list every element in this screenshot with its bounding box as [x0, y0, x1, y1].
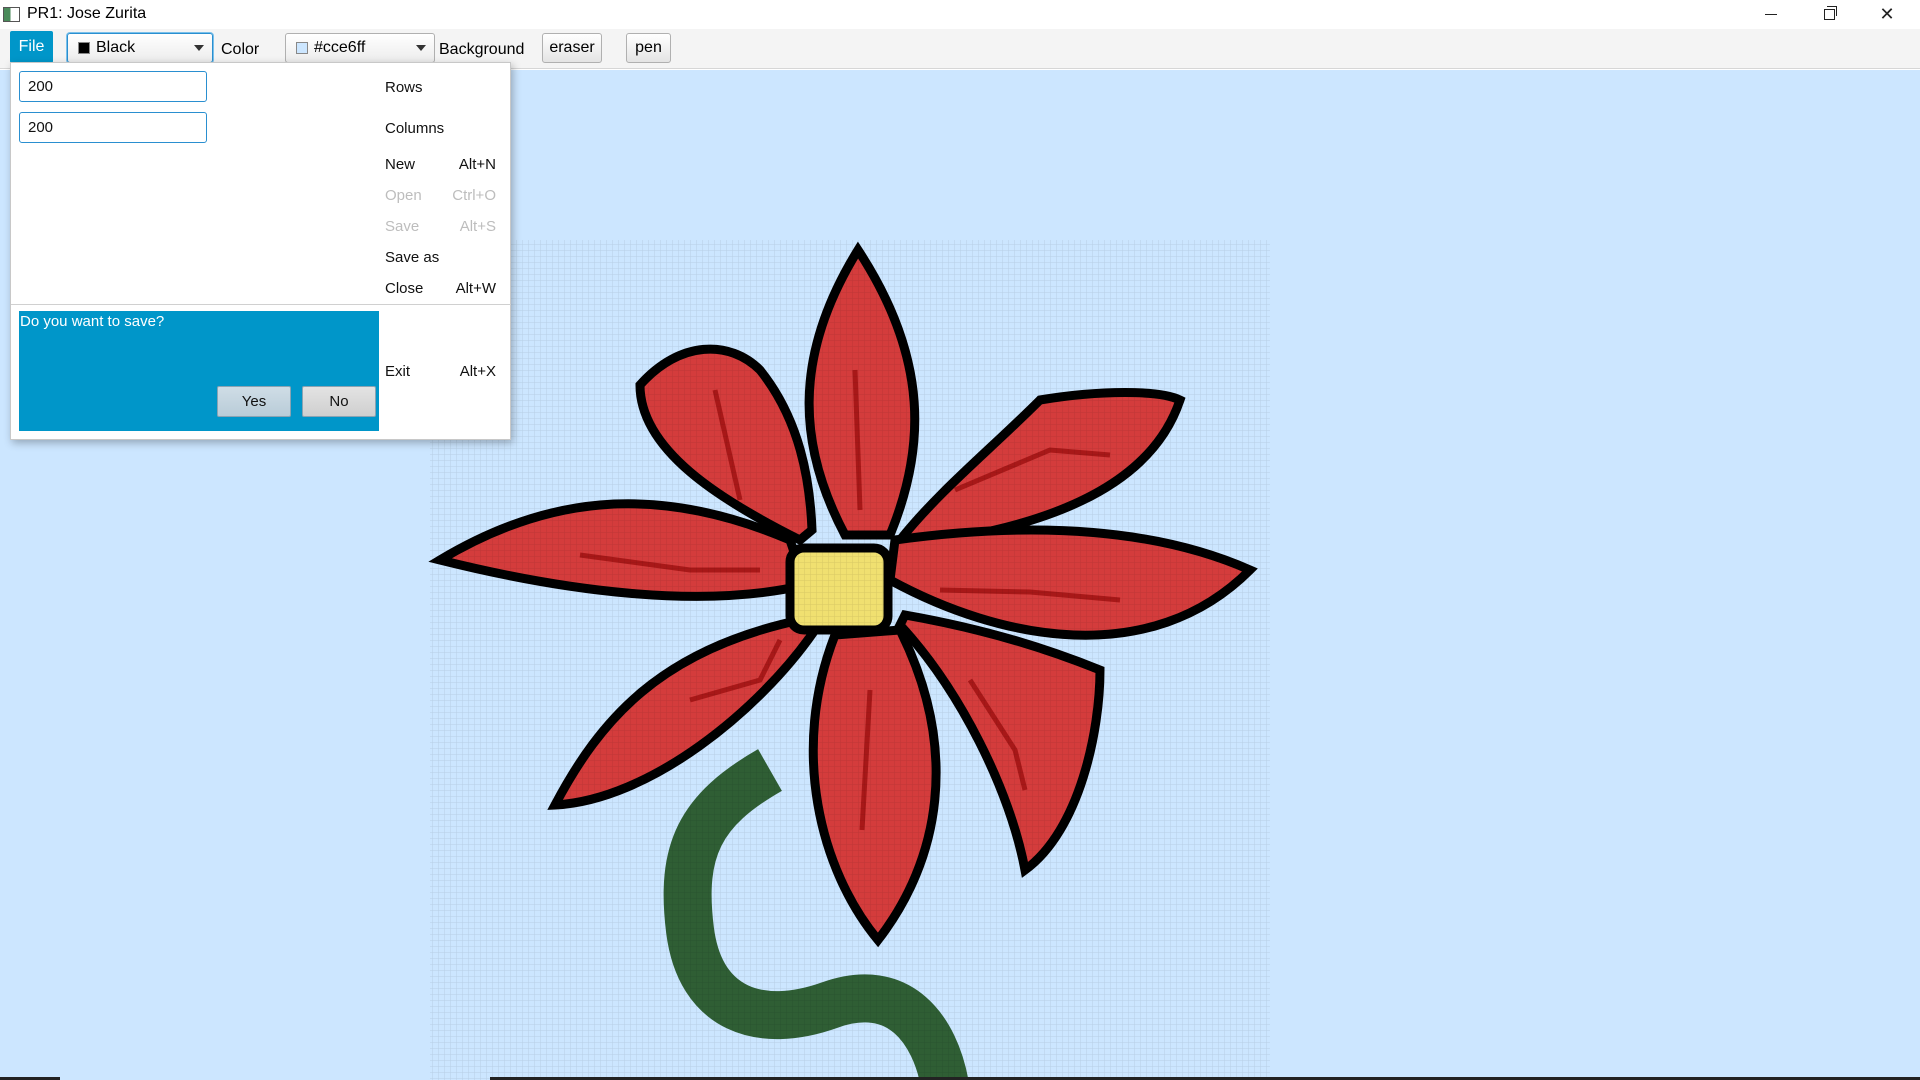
menu-item-accelerator: Alt+X	[459, 363, 496, 380]
file-menu-button[interactable]: File	[10, 31, 53, 63]
menu-item-accelerator: Alt+W	[455, 280, 496, 297]
menu-item-label: Save as	[385, 249, 440, 266]
save-prompt-dialog: Do you want to save? Yes No	[19, 311, 379, 431]
rows-input[interactable]	[19, 71, 207, 102]
pen-button[interactable]: pen	[626, 33, 671, 63]
flower-drawing	[428, 240, 1270, 1080]
window-title: PR1: Jose Zurita	[27, 5, 147, 22]
minimize-icon	[1765, 14, 1777, 15]
menu-item-label: Open	[385, 187, 422, 204]
app-icon	[3, 7, 20, 22]
rows-label: Rows	[385, 79, 423, 96]
columns-label: Columns	[385, 120, 445, 137]
eraser-button[interactable]: eraser	[542, 33, 602, 63]
close-window-button[interactable]: ✕	[1858, 0, 1916, 29]
minimize-button[interactable]	[1742, 0, 1800, 29]
menu-item-accelerator: Alt+N	[458, 156, 496, 173]
restore-icon	[1823, 6, 1837, 20]
columns-input[interactable]	[19, 112, 207, 143]
save-prompt-question: Do you want to save?	[20, 313, 165, 330]
foreground-color-value: Black	[96, 39, 136, 56]
pixel-grid	[430, 240, 1270, 1080]
background-label: Background	[439, 41, 525, 58]
foreground-swatch-icon	[78, 42, 90, 54]
menu-item-label: Save	[385, 218, 420, 235]
file-menu-popup: Rows Columns New Alt+N Open Ctrl+O Save …	[10, 62, 511, 440]
menu-separator	[11, 304, 511, 305]
chevron-down-icon	[194, 45, 204, 51]
foreground-color-combo[interactable]: Black	[67, 33, 213, 63]
restore-button[interactable]	[1800, 0, 1858, 29]
close-icon: ✕	[1879, 4, 1895, 24]
menu-item-accelerator: Alt+S	[459, 218, 496, 235]
chevron-down-icon	[416, 45, 426, 51]
background-swatch-icon	[296, 42, 308, 54]
no-button[interactable]: No	[302, 386, 376, 417]
title-bar: PR1: Jose Zurita ✕	[0, 0, 1920, 29]
menu-item-label: Exit	[385, 363, 411, 380]
menu-item-accelerator: Ctrl+O	[452, 187, 496, 204]
menu-item-label: Close	[385, 280, 424, 297]
background-color-combo[interactable]: #cce6ff	[285, 33, 435, 63]
menu-item-label: New	[385, 156, 416, 173]
color-label: Color	[221, 41, 260, 58]
background-color-value: #cce6ff	[314, 39, 366, 56]
yes-button[interactable]: Yes	[217, 386, 291, 417]
